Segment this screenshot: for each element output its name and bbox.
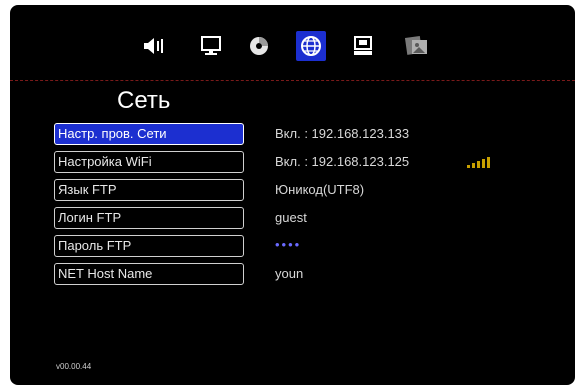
menu-item-ftp-language[interactable]: Язык FTP bbox=[54, 179, 244, 201]
monitor-icon[interactable] bbox=[196, 31, 226, 61]
wifi-signal-icon bbox=[465, 155, 491, 169]
firmware-version: v00.00.44 bbox=[56, 362, 92, 371]
ftp-login-value: guest bbox=[275, 210, 307, 225]
screen: Сеть Настр. пров. Сети Настройка WiFi Яз… bbox=[10, 5, 575, 385]
settings-toolbar bbox=[10, 5, 575, 79]
ftp-password-value: •••• bbox=[275, 237, 302, 252]
toolbar-divider bbox=[10, 80, 575, 81]
speaker-icon[interactable] bbox=[138, 31, 168, 61]
wired-network-value: Вкл. : 192.168.123.133 bbox=[275, 126, 410, 141]
menu-item-wired-network[interactable]: Настр. пров. Сети bbox=[54, 123, 244, 145]
page-title: Сеть bbox=[117, 87, 171, 114]
menu-item-ftp-password[interactable]: Пароль FTP bbox=[54, 235, 244, 257]
ftp-language-value: Юникод(UTF8) bbox=[275, 182, 365, 197]
globe-icon[interactable] bbox=[296, 31, 326, 61]
menu-item-net-host-name[interactable]: NET Host Name bbox=[54, 263, 244, 285]
net-host-name-value: youn bbox=[275, 266, 304, 281]
wifi-value: Вкл. : 192.168.123.125 bbox=[275, 154, 410, 169]
disc-icon[interactable] bbox=[244, 31, 274, 61]
menu-item-ftp-login[interactable]: Логин FTP bbox=[54, 207, 244, 229]
menu-item-wifi[interactable]: Настройка WiFi bbox=[54, 151, 244, 173]
server-icon[interactable] bbox=[348, 31, 378, 61]
photo-icon[interactable] bbox=[402, 31, 432, 61]
